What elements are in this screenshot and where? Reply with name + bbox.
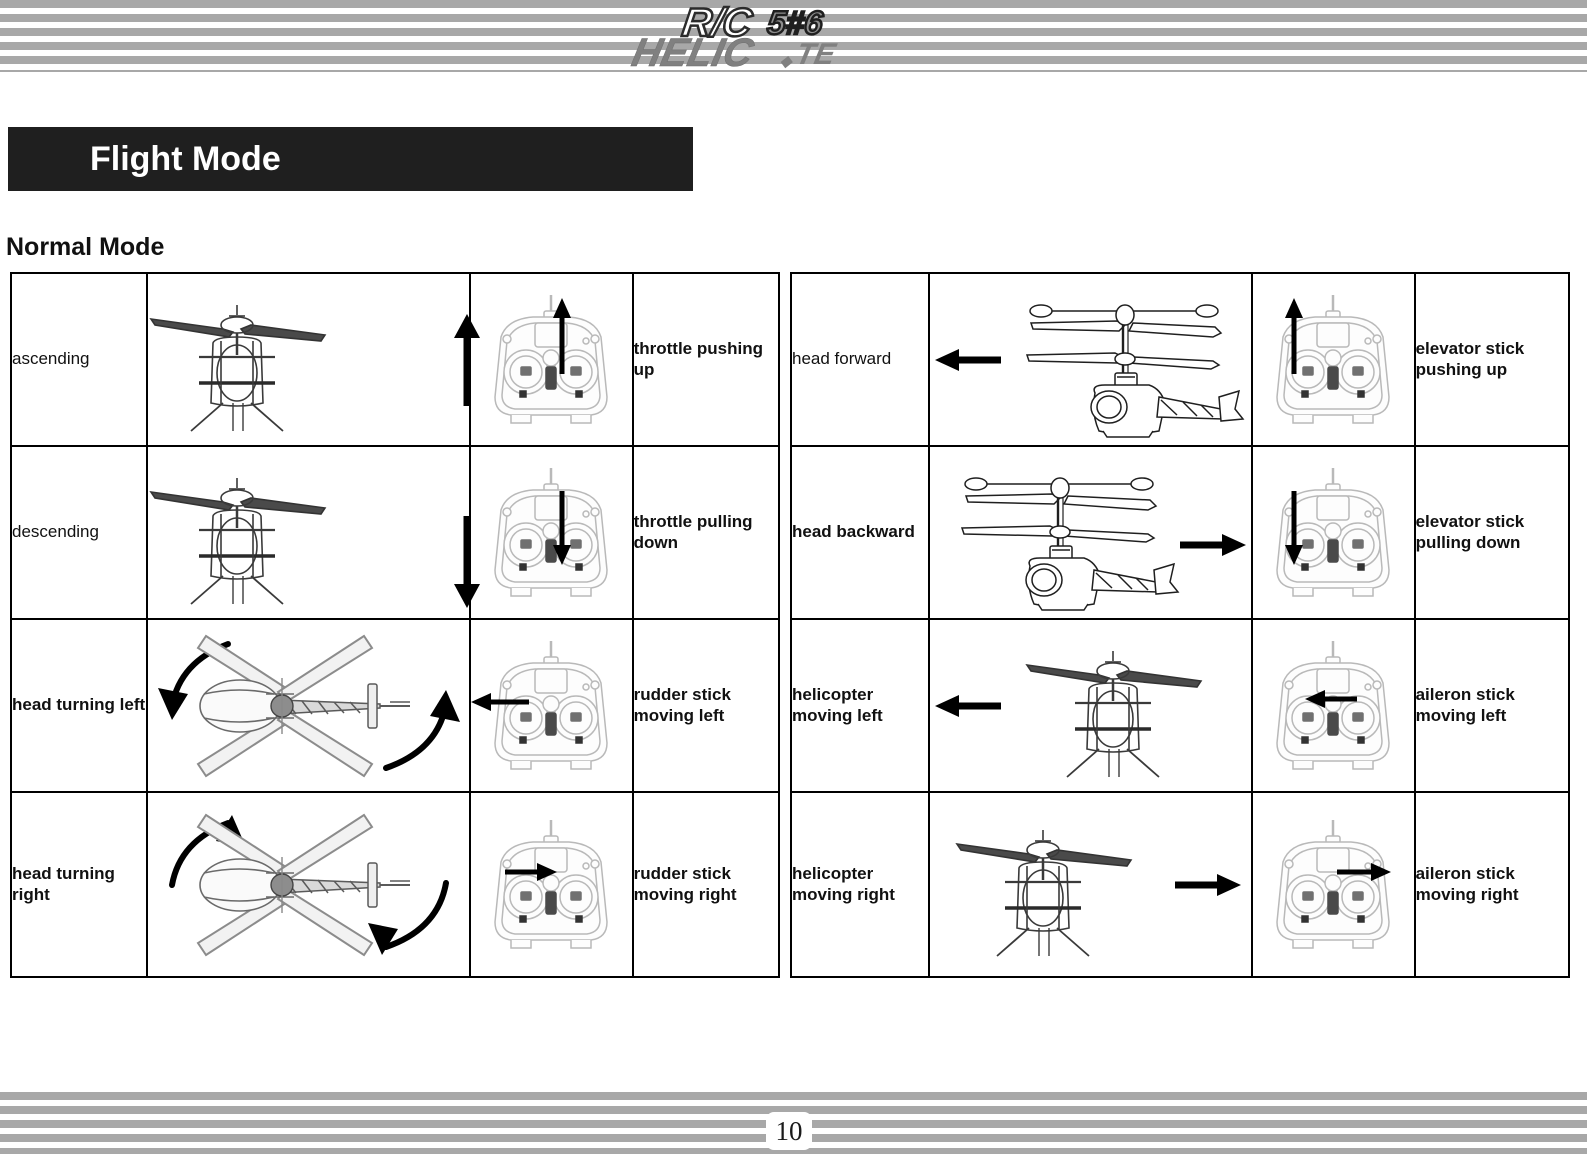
section-heading: Normal Mode [6,233,165,261]
helicopter-front-view-icon [149,304,327,432]
arrow-left-left-stick-icon [471,693,530,711]
transmitter-illustration-cell [1251,791,1416,978]
helicopter-side-view-icon [960,476,1180,611]
transmitter-front-icon [494,819,609,949]
arrow-right-icon [1174,873,1241,896]
helicopter-illustration-cell [928,618,1254,793]
helicopter-side-view-icon [1025,303,1245,438]
helicopter-top-view-icon [157,634,460,778]
transmitter-illustration-cell [1251,618,1416,793]
table-row: helicopter moving right aileron stick mo… [789,791,1571,978]
helicopter-illustration-cell [146,618,472,793]
table-row: head backward elevator stick pulling dow… [789,445,1571,620]
table-row: head turning left rudder stick moving le… [9,618,781,793]
arrow-up-right-stick-icon [553,298,572,374]
arrow-right-right-stick-icon [1337,863,1392,881]
normal-mode-table-left: ascending throttle pushing up descending… [9,272,781,978]
arrow-left-icon [934,694,1001,717]
table-row: ascending throttle pushing up [9,272,781,447]
helicopter-illustration-cell [146,791,472,978]
stick-instruction-cell: elevator stick pushing up [1413,272,1571,447]
transmitter-illustration-cell [469,618,634,793]
page-number: 10 [766,1112,812,1150]
stick-instruction-cell: rudder stick moving left [631,618,781,793]
header-stripe-band [0,0,1587,72]
transmitter-illustration-cell [469,791,634,978]
action-label-cell: head turning left [9,618,149,793]
helicopter-illustration-cell [146,445,480,620]
table-row: descending throttle pulling down [9,445,781,620]
normal-mode-table-right: head forward elevator stick pushing up h… [789,272,1571,978]
stick-instruction-cell: elevator stick pulling down [1413,445,1571,620]
action-label-cell: descending [9,445,149,620]
action-label-cell: helicopter moving right [789,791,931,978]
helicopter-top-view-icon [168,813,449,957]
arrow-right-left-stick-icon [505,863,558,881]
arrow-down-right-stick-icon [553,491,572,565]
transmitter-illustration-cell [469,445,634,620]
helicopter-illustration-cell [146,272,480,447]
arrow-left-icon [934,348,1001,371]
helicopter-front-view-icon [955,829,1133,957]
action-label-cell: ascending [9,272,149,447]
action-label-cell: head turning right [9,791,149,978]
stick-instruction-cell: aileron stick moving left [1413,618,1571,793]
helicopter-front-view-icon [149,477,327,605]
helicopter-illustration-cell [928,445,1254,620]
action-label-cell: helicopter moving left [789,618,931,793]
stick-instruction-cell: aileron stick moving right [1413,791,1571,978]
arrow-down-left-stick-icon [1285,491,1304,565]
stick-instruction-cell: rudder stick moving right [631,791,781,978]
action-label-cell: head backward [789,445,931,620]
manual-page: R/C 5#6 HELIC ◆ TE Flight Mode Normal Mo… [0,0,1587,1159]
page-title: Flight Mode [90,139,281,178]
flight-mode-title-bar: Flight Mode [8,127,693,191]
table-row: helicopter moving left aileron stick mov… [789,618,1571,793]
arrow-up-left-stick-icon [1285,298,1304,374]
helicopter-front-view-icon [1025,650,1203,778]
table-row: head turning right rudder stick moving r… [9,791,781,978]
arrow-left-right-stick-icon [1305,690,1358,708]
stick-instruction-cell: throttle pulling down [631,445,781,620]
transmitter-illustration-cell [1251,445,1416,620]
transmitter-illustration-cell [1251,272,1416,447]
transmitter-illustration-cell [469,272,634,447]
transmitter-front-icon [1276,819,1391,949]
helicopter-illustration-cell [928,791,1254,978]
arrow-right-icon [1179,533,1246,556]
helicopter-illustration-cell [928,272,1254,447]
action-label-cell: head forward [789,272,931,447]
stick-instruction-cell: throttle pushing up [631,272,781,447]
table-row: head forward elevator stick pushing up [789,272,1571,447]
